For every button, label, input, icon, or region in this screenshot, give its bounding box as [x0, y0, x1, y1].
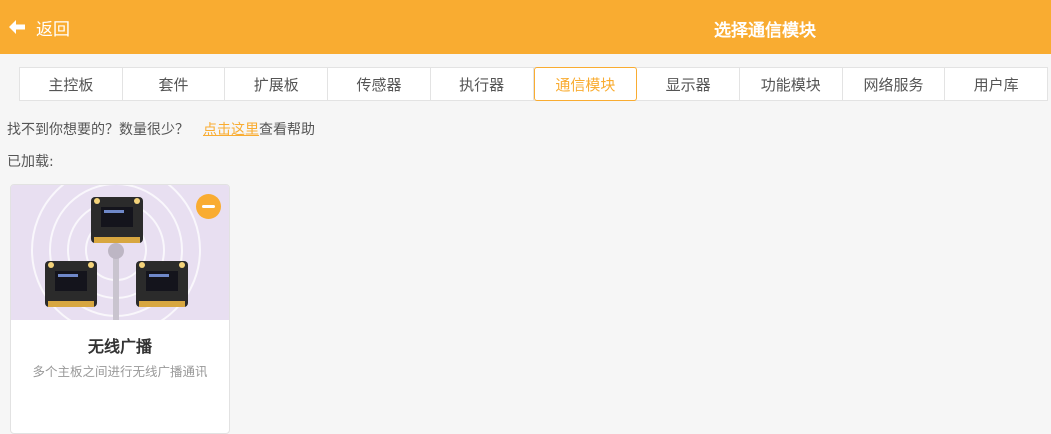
tab-user-library[interactable]: 用户库: [945, 68, 1047, 100]
tab-communication[interactable]: 通信模块: [533, 67, 638, 101]
tab-function-modules[interactable]: 功能模块: [740, 68, 843, 100]
minus-icon[interactable]: [196, 194, 221, 219]
page-title: 选择通信模块: [714, 21, 816, 41]
tab-main-board[interactable]: 主控板: [20, 68, 123, 100]
back-button[interactable]: 返回: [8, 14, 70, 40]
module-description: 多个主板之间进行无线广播通讯: [32, 364, 208, 379]
help-text: 找不到你想要的？数量很少？: [7, 122, 189, 138]
top-bar: 返回 选择通信模块: [0, 0, 1051, 54]
tab-kits[interactable]: 套件: [123, 68, 226, 100]
tab-network-services[interactable]: 网络服务: [843, 68, 946, 100]
category-tabs: 主控板 套件 扩展板 传感器 执行器 通信模块 显示器 功能模块 网络服务 用户…: [19, 67, 1048, 101]
loaded-label: 已加载:: [7, 154, 54, 170]
module-card[interactable]: 无线广播 多个主板之间进行无线广播通讯: [10, 184, 230, 434]
arrow-left-icon: [8, 19, 26, 35]
tab-extension-board[interactable]: 扩展板: [225, 68, 329, 100]
back-label: 返回: [36, 19, 70, 40]
help-link[interactable]: 点击这里: [203, 122, 259, 138]
help-suffix: 查看帮助: [259, 122, 315, 138]
tab-sensors[interactable]: 传感器: [328, 68, 431, 100]
module-name: 无线广播: [87, 337, 152, 356]
tab-actuators[interactable]: 执行器: [431, 68, 534, 100]
tab-displays[interactable]: 显示器: [637, 68, 740, 100]
help-hint: 找不到你想要的？数量很少？ 点击这里查看帮助: [7, 119, 315, 139]
